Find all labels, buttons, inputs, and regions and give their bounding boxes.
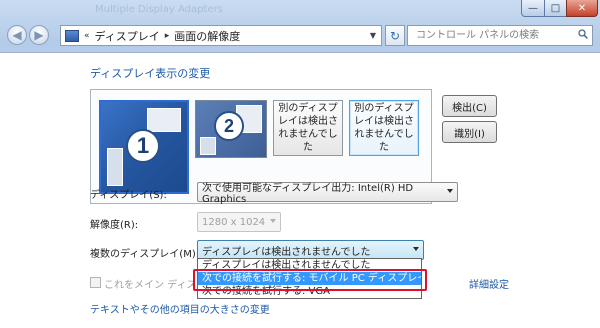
main-display-checkbox [90, 277, 101, 288]
display-select[interactable]: 次で使用可能なディスプレイ出力: Intel(R) HD Graphics [197, 182, 458, 205]
maximize-button[interactable]: □ [544, 0, 567, 17]
address-bar[interactable]: « ディスプレイ ▸ 画面の解像度 ▼ [60, 25, 382, 46]
window-thumbnail [147, 108, 181, 132]
back-button[interactable]: ◀ [7, 25, 27, 45]
search-box[interactable] [407, 25, 593, 46]
chevron-down-icon [413, 247, 419, 251]
title-bar: Multiple Display Adapters — □ ✕ [0, 0, 600, 22]
identify-button[interactable]: 識別(I) [442, 121, 497, 143]
detect-button[interactable]: 検出(C) [442, 95, 497, 117]
resolution-select: 1280 x 1024 [197, 212, 281, 232]
text-size-link[interactable]: テキストやその他の項目の大きさの変更 [90, 301, 270, 316]
monitor-number: 2 [214, 111, 244, 141]
control-panel-window: Multiple Display Adapters — □ ✕ ◀ ▶ « ディ… [0, 0, 600, 328]
page-heading: ディスプレイ表示の変更 [90, 67, 211, 80]
breadcrumb-resolution[interactable]: 画面の解像度 [174, 28, 240, 44]
undetected-display-4[interactable]: 別のディスプレイは検出されませんでした [349, 100, 419, 156]
display-select-value: 次で使用可能なディスプレイ出力: Intel(R) HD Graphics [202, 183, 414, 205]
undetected-display-3[interactable]: 別のディスプレイは検出されませんでした [273, 100, 343, 156]
highlight-annotation-box [193, 269, 427, 291]
resolution-select-value: 1280 x 1024 [202, 216, 266, 228]
chevron-down-icon [447, 189, 453, 193]
minimize-button[interactable]: — [521, 0, 545, 17]
search-input[interactable] [416, 28, 566, 43]
forward-button[interactable]: ▶ [29, 25, 49, 45]
monitor-number: 1 [126, 129, 160, 163]
display-label: ディスプレイ(S): [90, 190, 167, 201]
window-title: Multiple Display Adapters [95, 4, 223, 15]
advanced-settings-link[interactable]: 詳細設定 [469, 276, 509, 291]
monitor-2[interactable]: 2 [195, 100, 267, 158]
multiple-displays-label: 複数のディスプレイ(M): [90, 249, 200, 260]
window-thumbnail [107, 148, 123, 186]
breadcrumb-overflow[interactable]: « [84, 31, 90, 41]
multiple-displays-value: ディスプレイは検出されませんでした [202, 246, 371, 258]
window-thumbnail [200, 137, 216, 155]
close-button[interactable]: ✕ [566, 0, 598, 17]
main-content: ディスプレイ表示の変更 1 2 別のディスプレイは検出されませんでした 別のディ… [0, 52, 600, 328]
navigation-bar: ◀ ▶ « ディスプレイ ▸ 画面の解像度 ▼ ↻ [0, 22, 600, 52]
breadcrumb-separator-icon[interactable]: ▸ [165, 31, 170, 41]
control-panel-icon [65, 29, 79, 42]
refresh-button[interactable]: ↻ [385, 25, 405, 46]
multiple-displays-select[interactable]: ディスプレイは検出されませんでした [197, 240, 424, 260]
breadcrumb-display[interactable]: ディスプレイ [95, 28, 160, 44]
resolution-label: 解像度(R): [90, 220, 139, 231]
search-icon[interactable] [578, 29, 588, 39]
address-dropdown-icon[interactable]: ▼ [365, 26, 381, 45]
monitor-1[interactable]: 1 [99, 100, 189, 194]
chevron-down-icon [270, 219, 276, 223]
